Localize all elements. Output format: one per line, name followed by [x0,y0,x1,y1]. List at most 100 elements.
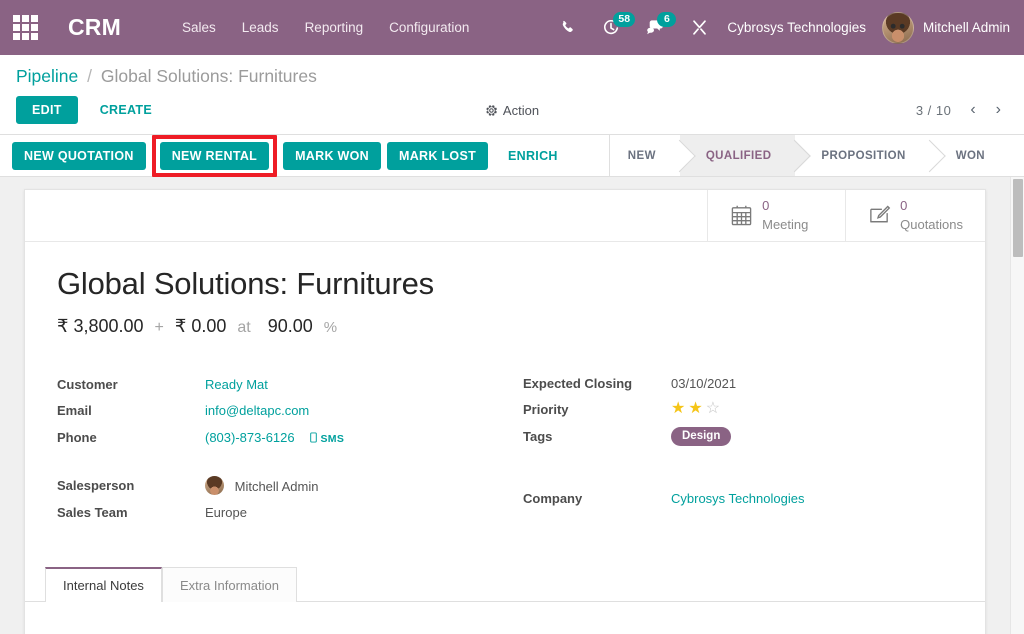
field-label: Customer [57,376,118,392]
field-phone: Phone (803)-873-6126 SMS [57,424,483,451]
sales-team-value[interactable]: Europe [205,500,483,525]
breadcrumb-separator: / [87,66,93,86]
salesperson-value[interactable]: Mitchell Admin [235,479,319,494]
field-salesperson: Salesperson Mitchell Admin [57,471,483,500]
avatar [881,11,914,44]
probability-value[interactable]: 90.00 [268,316,313,337]
expected-revenue-value[interactable]: ₹ 3,800.00 [57,316,144,337]
field-label: Company [523,490,583,506]
statusbar-row: NEW QUOTATION NEW RENTAL MARK WON MARK L… [0,134,1024,177]
star-filled-icon[interactable]: ★ [688,401,702,417]
company-link[interactable]: Cybrosys Technologies [671,491,804,506]
stage-label: QUALIFIED [705,149,772,162]
notebook-page-content [25,602,985,634]
field-sales-team: Sales Team Europe [57,500,483,525]
stat-label: Quotations [900,216,963,232]
enrich-button[interactable]: ENRICH [494,142,570,170]
action-menu-button[interactable]: Action [485,103,539,118]
field-label: Sales Team [57,505,128,520]
field-tags: Tags Design [523,422,949,451]
navbar-right-tools: 58 6 Cybrosys Technologies Mitchell Admi… [547,10,1010,46]
phone-link[interactable]: (803)-873-6126 [205,430,295,445]
field-label: Salesperson [57,478,135,493]
fields-grid-bottom: Salesperson Mitchell Admin Sales Team Eu… [57,471,949,525]
breadcrumb-root-pipeline[interactable]: Pipeline [16,66,78,86]
control-panel: Pipeline / Global Solutions: Furnitures … [0,55,1024,135]
stage-new[interactable]: NEW [609,135,680,176]
pager: 3 / 10 ‹ › [916,102,1008,118]
calendar-icon [730,204,753,227]
field-email: Email info@deltapc.com [57,398,483,425]
mobile-phone-icon [310,432,320,445]
menu-item-leads[interactable]: Leads [229,14,292,41]
customer-link[interactable]: Ready Mat [205,377,268,392]
chevron-right-icon[interactable]: › [989,102,1008,118]
action-label: Action [502,102,540,118]
field-value: Ready Mat [205,371,483,398]
stage-proposition[interactable]: PROPOSITION [795,135,930,176]
stat-count: 0 [762,198,770,214]
messages-count-badge: 6 [657,11,677,27]
record-body: Global Solutions: Furnitures ₹ 3,800.00 … [25,242,985,525]
developer-tools-icon[interactable] [678,10,721,46]
status-badge[interactable]: Design [671,427,732,446]
field-label: Email [57,403,92,419]
menu-item-reporting[interactable]: Reporting [292,14,377,41]
phone-icon[interactable] [547,10,589,46]
field-value: ★ ★ ☆ [671,396,949,422]
revenue-summary: ₹ 3,800.00 + ₹ 0.00 at 90.00 % [57,316,949,337]
field-label: Priority [523,401,569,417]
right-field-group-2: Company Cybrosys Technologies [523,471,949,525]
priority-stars[interactable]: ★ ★ ☆ [671,401,720,417]
tab-internal-notes[interactable]: Internal Notes [45,567,162,602]
stage-label: PROPOSITION [821,149,906,162]
field-label: Phone [57,430,97,446]
chevron-left-icon[interactable]: ‹ [963,102,982,118]
send-sms-button[interactable]: SMS [310,432,344,445]
messages-chat-icon[interactable]: 6 [633,10,678,46]
main-menu: Sales Leads Reporting Configuration [169,14,482,41]
app-brand-crm[interactable]: CRM [68,14,121,41]
apps-menu-icon[interactable] [8,11,42,45]
expected-closing-value[interactable]: 03/10/2021 [671,371,949,396]
new-rental-button[interactable]: NEW RENTAL [159,141,270,170]
field-value: info@deltapc.com [205,398,483,425]
mark-lost-button[interactable]: MARK LOST [387,141,489,170]
form-content-area: 0 Meeting 0 Quotations Global Solutions:… [0,177,1024,634]
user-name-label: Mitchell Admin [922,20,1010,35]
field-customer: Customer Ready Mat [57,371,483,398]
mark-won-button[interactable]: MARK WON [283,141,382,170]
tab-extra-information[interactable]: Extra Information [161,567,297,602]
gear-icon [485,104,498,117]
scrollbar-thumb[interactable] [1013,179,1023,257]
top-navbar: CRM Sales Leads Reporting Configuration … [0,0,1024,55]
activity-clock-icon[interactable]: 58 [589,10,636,46]
percent-sign: % [323,319,338,336]
star-empty-icon[interactable]: ☆ [706,401,720,417]
stat-count: 0 [900,198,908,214]
field-value: (803)-873-6126 SMS [205,424,483,451]
pipeline-stage-bar: NEW QUALIFIED PROPOSITION WON [608,135,1009,176]
stat-button-quotations[interactable]: 0 Quotations [845,190,985,241]
record-action-buttons: NEW QUOTATION NEW RENTAL MARK WON MARK L… [0,134,609,177]
recurring-revenue-value[interactable]: ₹ 0.00 [175,316,227,337]
fields-grid-top: Customer Ready Mat Email info@deltapc.co… [57,371,949,451]
create-button[interactable]: CREATE [86,96,166,124]
user-menu[interactable]: Mitchell Admin [878,11,1010,44]
new-quotation-button[interactable]: NEW QUOTATION [12,141,146,170]
page-title: Global Solutions: Furnitures [57,266,434,301]
company-switcher[interactable]: Cybrosys Technologies [721,20,878,35]
vertical-scrollbar[interactable] [1010,177,1024,634]
breadcrumb: Pipeline / Global Solutions: Furnitures [16,66,1008,96]
menu-item-sales[interactable]: Sales [169,14,229,41]
at-label: at [237,319,251,336]
star-filled-icon[interactable]: ★ [671,401,685,417]
menu-item-configuration[interactable]: Configuration [376,14,482,41]
field-company: Company Cybrosys Technologies [523,471,949,525]
stat-button-meeting[interactable]: 0 Meeting [707,190,845,241]
field-expected-closing: Expected Closing 03/10/2021 [523,371,949,396]
stage-qualified[interactable]: QUALIFIED [679,135,796,176]
field-label: Tags [523,429,553,444]
edit-button[interactable]: EDIT [16,96,78,124]
email-link[interactable]: info@deltapc.com [205,403,309,418]
